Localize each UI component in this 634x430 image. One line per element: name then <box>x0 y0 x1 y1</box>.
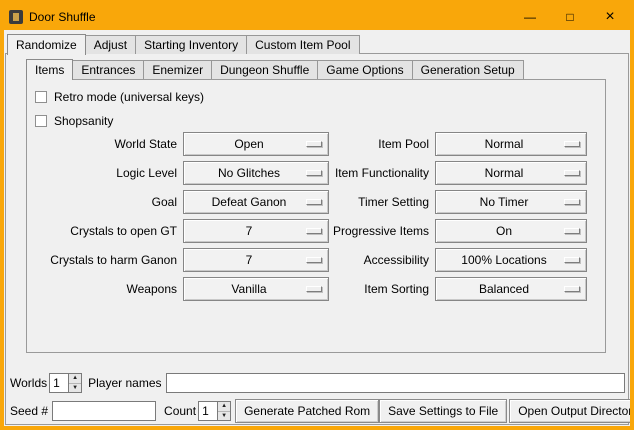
timer-setting-dropdown[interactable]: No Timer <box>435 190 587 214</box>
main-tab-bar: Randomize Adjust Starting Inventory Cust… <box>7 33 360 54</box>
arrow-down-icon: ▼ <box>221 413 227 419</box>
tab-generation-setup[interactable]: Generation Setup <box>412 60 524 79</box>
arrow-up-icon: ▲ <box>72 375 78 381</box>
weapons-label: Weapons <box>31 282 177 296</box>
seed-input[interactable] <box>52 401 156 421</box>
progressive-items-row: Progressive Items On <box>279 219 587 243</box>
tab-adjust[interactable]: Adjust <box>85 35 136 54</box>
count-up-button[interactable]: ▲ <box>218 402 230 411</box>
worlds-label: Worlds <box>10 376 47 390</box>
open-output-directory-button[interactable]: Open Output Directory <box>509 399 634 423</box>
count-input[interactable] <box>198 401 218 421</box>
timer-setting-value: No Timer <box>480 195 543 209</box>
app-icon[interactable] <box>9 10 23 24</box>
window-controls: — □ × <box>510 4 630 30</box>
player-names-input[interactable] <box>166 373 626 393</box>
count-spinner-buttons: ▲ ▼ <box>218 401 231 421</box>
maximize-button[interactable]: □ <box>550 4 590 30</box>
worlds-spinner-buttons: ▲ ▼ <box>69 373 82 393</box>
close-icon: × <box>605 9 614 25</box>
randomize-tab-panel: Items Entrances Enemizer Dungeon Shuffle… <box>5 53 629 425</box>
count-label: Count <box>164 404 196 418</box>
count-down-button[interactable]: ▼ <box>218 411 230 421</box>
progressive-items-label: Progressive Items <box>279 224 429 238</box>
seed-row: Seed # Count ▲ ▼ Generate Patched Rom Sa… <box>10 399 625 423</box>
tab-game-options[interactable]: Game Options <box>317 60 412 79</box>
seed-label: Seed # <box>10 404 48 418</box>
tab-randomize[interactable]: Randomize <box>7 34 86 55</box>
world-state-value: Open <box>234 137 277 151</box>
player-names-label: Player names <box>88 376 161 390</box>
tab-dungeon-shuffle[interactable]: Dungeon Shuffle <box>211 60 318 79</box>
save-settings-button[interactable]: Save Settings to File <box>379 399 507 423</box>
window-title: Door Shuffle <box>29 10 96 24</box>
minimize-button[interactable]: — <box>510 4 550 30</box>
item-pool-label: Item Pool <box>279 137 429 151</box>
dropdown-indicator-icon <box>564 199 580 205</box>
retro-mode-row: Retro mode (universal keys) <box>35 88 204 106</box>
accessibility-row: Accessibility 100% Locations <box>279 248 587 272</box>
worlds-up-button[interactable]: ▲ <box>69 374 81 383</box>
item-functionality-row: Item Functionality Normal <box>279 161 587 185</box>
item-functionality-dropdown[interactable]: Normal <box>435 161 587 185</box>
accessibility-label: Accessibility <box>279 253 429 267</box>
shopsanity-checkbox[interactable] <box>35 115 47 127</box>
dropdown-indicator-icon <box>564 170 580 176</box>
shopsanity-label: Shopsanity <box>54 114 113 128</box>
worlds-row: Worlds ▲ ▼ Player names <box>10 372 625 394</box>
item-functionality-label: Item Functionality <box>279 166 429 180</box>
accessibility-dropdown[interactable]: 100% Locations <box>435 248 587 272</box>
crystals-harm-ganon-value: 7 <box>246 253 267 267</box>
accessibility-value: 100% Locations <box>461 253 560 267</box>
crystals-open-gt-label: Crystals to open GT <box>31 224 177 238</box>
titlebar[interactable]: Door Shuffle — □ × <box>4 4 630 30</box>
worlds-spinner: ▲ ▼ <box>49 373 82 393</box>
item-pool-dropdown[interactable]: Normal <box>435 132 587 156</box>
minimize-icon: — <box>524 11 536 23</box>
maximize-icon: □ <box>566 11 573 23</box>
retro-mode-checkbox[interactable] <box>35 91 47 103</box>
progressive-items-dropdown[interactable]: On <box>435 219 587 243</box>
dropdown-indicator-icon <box>564 257 580 263</box>
item-sorting-label: Item Sorting <box>279 282 429 296</box>
retro-mode-label: Retro mode (universal keys) <box>54 90 204 104</box>
worlds-down-button[interactable]: ▼ <box>69 383 81 393</box>
progressive-items-value: On <box>496 224 526 238</box>
dropdown-indicator-icon <box>564 228 580 234</box>
timer-setting-label: Timer Setting <box>279 195 429 209</box>
logic-level-label: Logic Level <box>31 166 177 180</box>
count-spinner: ▲ ▼ <box>198 401 231 421</box>
item-pool-value: Normal <box>485 137 538 151</box>
item-pool-row: Item Pool Normal <box>279 132 587 156</box>
worlds-input[interactable] <box>49 373 69 393</box>
world-state-label: World State <box>31 137 177 151</box>
window-content: Randomize Adjust Starting Inventory Cust… <box>4 30 630 426</box>
dropdown-indicator-icon <box>564 286 580 292</box>
crystals-harm-ganon-label: Crystals to harm Ganon <box>31 253 177 267</box>
arrow-down-icon: ▼ <box>72 385 78 391</box>
tab-entrances[interactable]: Entrances <box>72 60 144 79</box>
weapons-value: Vanilla <box>231 282 280 296</box>
dropdown-indicator-icon <box>564 141 580 147</box>
item-sorting-row: Item Sorting Balanced <box>279 277 587 301</box>
inner-tab-bar: Items Entrances Enemizer Dungeon Shuffle… <box>26 58 524 79</box>
tab-items[interactable]: Items <box>26 59 73 80</box>
generate-patched-rom-button[interactable]: Generate Patched Rom <box>235 399 379 423</box>
item-sorting-value: Balanced <box>479 282 543 296</box>
goal-label: Goal <box>31 195 177 209</box>
item-functionality-value: Normal <box>485 166 538 180</box>
arrow-up-icon: ▲ <box>221 403 227 409</box>
app-window: Door Shuffle — □ × Randomize Adjust Star… <box>0 0 634 430</box>
tab-starting-inventory[interactable]: Starting Inventory <box>135 35 247 54</box>
tab-custom-item-pool[interactable]: Custom Item Pool <box>246 35 359 54</box>
timer-setting-row: Timer Setting No Timer <box>279 190 587 214</box>
crystals-open-gt-value: 7 <box>246 224 267 238</box>
tab-enemizer[interactable]: Enemizer <box>143 60 212 79</box>
item-sorting-dropdown[interactable]: Balanced <box>435 277 587 301</box>
shopsanity-row: Shopsanity <box>35 112 113 130</box>
items-tab-panel: Retro mode (universal keys) Shopsanity W… <box>26 79 606 353</box>
close-button[interactable]: × <box>590 4 630 30</box>
